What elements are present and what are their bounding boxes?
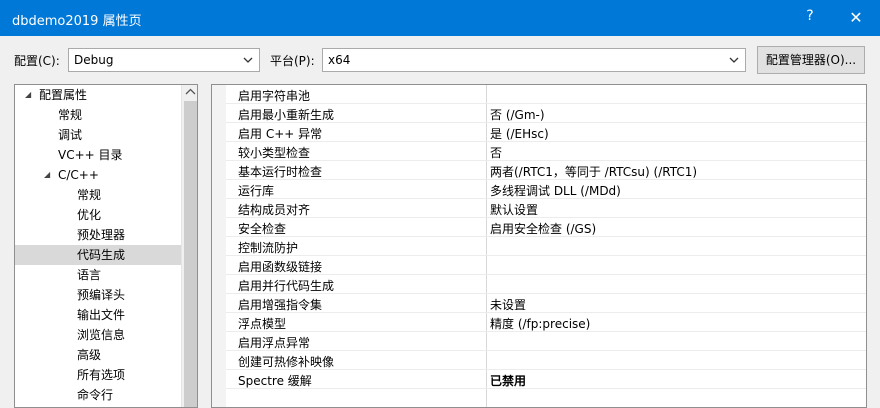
tree-item-label: 所有选项 <box>77 368 126 382</box>
property-name: 启用字符串池 <box>238 89 311 103</box>
tree-item-label: 命令行 <box>77 388 114 402</box>
property-value[interactable]: 启用安全检查 (/GS) <box>490 220 596 237</box>
property-name: 启用最小重新生成 <box>238 108 335 122</box>
property-name: 基本运行时检查 <box>238 165 323 179</box>
property-row[interactable]: 启用增强指令集 未设置 <box>226 294 866 313</box>
property-row[interactable]: 启用并行代码生成 <box>226 275 866 294</box>
property-value[interactable]: 是 (/EHsc) <box>490 125 549 142</box>
config-manager-button[interactable]: 配置管理器(O)... <box>757 46 865 74</box>
tree-item-label: 输出文件 <box>77 308 126 322</box>
tree-item-output-files[interactable]: 输出文件 <box>15 305 181 325</box>
property-name: 启用 C++ 异常 <box>238 127 323 141</box>
tree-item-command-line[interactable]: 命令行 <box>15 385 181 405</box>
tree-item-general[interactable]: 常规 <box>15 105 181 125</box>
platform-select[interactable]: x64 <box>322 48 746 72</box>
property-value[interactable]: 已禁用 <box>490 372 526 389</box>
tree-item-code-generation[interactable]: 代码生成 <box>15 245 181 265</box>
property-row[interactable]: 较小类型检查 否 <box>226 142 866 161</box>
tree-item-precompiled-headers[interactable]: 预编译头 <box>15 285 181 305</box>
property-value[interactable]: 默认设置 <box>490 201 538 218</box>
property-row[interactable]: 运行库 多线程调试 DLL (/MDd) <box>226 180 866 199</box>
tree-item-label: 配置属性 <box>39 88 88 102</box>
property-value[interactable]: 未设置 <box>490 296 526 313</box>
property-value[interactable]: 否 (/Gm-) <box>490 106 545 123</box>
property-row[interactable]: 浮点模型 精度 (/fp:precise) <box>226 313 866 332</box>
property-name: 浮点模型 <box>238 317 287 331</box>
property-grid: 启用字符串池 启用最小重新生成 否 (/Gm-) 启用 C++ 异常 是 (/E… <box>211 84 867 408</box>
property-name: 运行库 <box>238 184 275 198</box>
property-row[interactable]: 启用字符串池 <box>226 85 866 104</box>
property-value[interactable]: 两者(/RTC1，等同于 /RTCsu) (/RTC1) <box>490 163 697 180</box>
tree-item-label: 调试 <box>58 128 83 142</box>
tree-item-language[interactable]: 语言 <box>15 265 181 285</box>
tree-item-config-properties[interactable]: ◢ 配置属性 <box>15 85 181 105</box>
property-name: 结构成员对齐 <box>238 203 311 217</box>
tree-item-label: C/C++ <box>58 168 99 182</box>
chevron-down-icon <box>729 57 739 63</box>
grid-margin <box>212 85 226 407</box>
property-name: Spectre 缓解 <box>238 374 312 388</box>
property-name: 创建可热修补映像 <box>238 355 335 369</box>
expand-triangle-icon[interactable]: ◢ <box>25 85 31 105</box>
tree-item-advanced[interactable]: 高级 <box>15 345 181 365</box>
config-select[interactable]: Debug <box>68 48 260 72</box>
property-name: 安全检查 <box>238 222 287 236</box>
property-row[interactable]: 结构成员对齐 默认设置 <box>226 199 866 218</box>
tree-item-label: 高级 <box>77 348 102 362</box>
property-value[interactable]: 多线程调试 DLL (/MDd) <box>490 182 621 199</box>
tree-item-label: 浏览信息 <box>77 328 126 342</box>
config-label: 配置(C): <box>14 54 60 68</box>
property-row[interactable]: 启用函数级链接 <box>226 256 866 275</box>
tree-item-label: 代码生成 <box>77 248 126 262</box>
tree-item-label: 预处理器 <box>77 228 126 242</box>
property-row[interactable]: 基本运行时检查 两者(/RTC1，等同于 /RTCsu) (/RTC1) <box>226 161 866 180</box>
property-row[interactable]: 安全检查 启用安全检查 (/GS) <box>226 218 866 237</box>
property-name: 启用浮点异常 <box>238 336 311 350</box>
tree-item-vc-directories[interactable]: VC++ 目录 <box>15 145 181 165</box>
config-value: Debug <box>74 53 114 67</box>
tree-item-cpp-general[interactable]: 常规 <box>15 185 181 205</box>
window-title: dbdemo2019 属性页 <box>12 14 142 29</box>
tree-item-debugging[interactable]: 调试 <box>15 125 181 145</box>
tree-item-label: 常规 <box>58 108 83 122</box>
platform-label: 平台(P): <box>270 54 315 68</box>
tree-item-label: 常规 <box>77 188 102 202</box>
property-name: 启用增强指令集 <box>238 298 323 312</box>
tree-item-label: 优化 <box>77 208 102 222</box>
tree-item-label: 预编译头 <box>77 288 126 302</box>
property-row[interactable]: 创建可热修补映像 <box>226 351 866 370</box>
property-tree[interactable]: ◢ 配置属性 常规 调试 VC++ 目录 ◢ C/C++ 常规 优化 预处理器 … <box>14 84 198 408</box>
tree-item-preprocessor[interactable]: 预处理器 <box>15 225 181 245</box>
tree-item-all-options[interactable]: 所有选项 <box>15 365 181 385</box>
property-name: 启用函数级链接 <box>238 260 323 274</box>
property-name: 启用并行代码生成 <box>238 279 335 293</box>
tree-item-cpp[interactable]: ◢ C/C++ <box>15 165 181 185</box>
property-row[interactable]: Spectre 缓解 已禁用 <box>226 370 866 389</box>
property-row[interactable]: 启用 C++ 异常 是 (/EHsc) <box>226 123 866 142</box>
property-name: 较小类型检查 <box>238 146 311 160</box>
property-value[interactable]: 精度 (/fp:precise) <box>490 315 590 332</box>
help-button[interactable]: ? <box>798 8 822 28</box>
tree-item-browse-information[interactable]: 浏览信息 <box>15 325 181 345</box>
property-value[interactable]: 否 <box>490 144 502 161</box>
property-name: 控制流防护 <box>238 241 299 255</box>
property-row[interactable]: 控制流防护 <box>226 237 866 256</box>
platform-value: x64 <box>328 53 351 67</box>
tree-item-label: 语言 <box>77 268 102 282</box>
tree-scrollbar[interactable] <box>181 85 197 407</box>
property-row[interactable]: 启用最小重新生成 否 (/Gm-) <box>226 104 866 123</box>
scrollbar-thumb[interactable] <box>184 101 197 407</box>
property-row[interactable]: 启用浮点异常 <box>226 332 866 351</box>
scroll-up-arrow-icon[interactable] <box>185 87 196 97</box>
chevron-down-icon <box>243 57 253 63</box>
tree-item-label: VC++ 目录 <box>58 148 123 162</box>
tree-item-optimization[interactable]: 优化 <box>15 205 181 225</box>
title-bar: dbdemo2019 属性页 ? ✕ <box>0 0 880 36</box>
close-button[interactable]: ✕ <box>846 8 866 28</box>
expand-triangle-icon[interactable]: ◢ <box>44 165 50 185</box>
